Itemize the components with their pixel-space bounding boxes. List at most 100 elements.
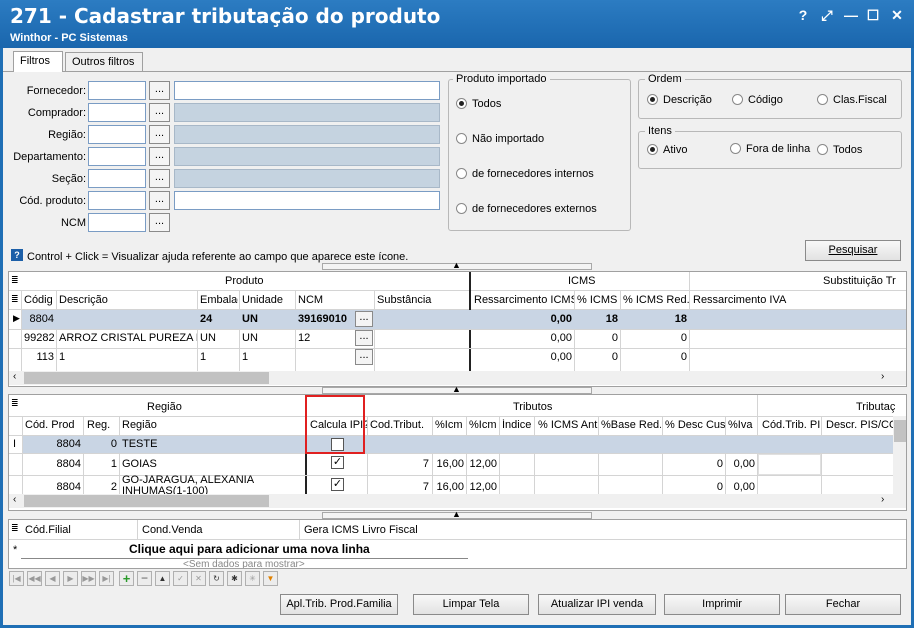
cell-cod-prod[interactable]: 8804 bbox=[23, 481, 83, 493]
departamento-search-button[interactable]: ... bbox=[149, 147, 170, 166]
splitter-handle-2[interactable]: ▲ bbox=[322, 384, 592, 394]
cell-reg[interactable]: 1 bbox=[84, 458, 119, 470]
vertical-scrollbar[interactable] bbox=[893, 416, 906, 494]
maximize-button[interactable]: ☐ bbox=[864, 6, 882, 24]
horizontal-scrollbar[interactable]: ‹ › bbox=[9, 371, 906, 385]
resize-icon[interactable]: ⤢ bbox=[818, 6, 836, 24]
cell-reg[interactable]: 2 bbox=[84, 481, 119, 493]
radio-itens-todos[interactable]: Todos bbox=[817, 144, 862, 156]
cell-ncm[interactable]: 39169010 bbox=[296, 313, 349, 325]
cell-ressarcimento[interactable]: 0,00 bbox=[472, 313, 574, 325]
radio-ordem-clas-fiscal[interactable]: Clas.Fiscal bbox=[817, 94, 887, 106]
scrollbar-thumb[interactable] bbox=[894, 420, 906, 442]
cell-reg[interactable]: 0 bbox=[84, 438, 119, 450]
col-iva[interactable]: %Iva bbox=[726, 419, 758, 431]
cell-icms-red[interactable]: 0 bbox=[621, 351, 689, 363]
scroll-right-icon[interactable]: › bbox=[881, 371, 884, 382]
help-icon[interactable]: ? bbox=[794, 6, 812, 24]
atualizar-ipi-venda-button[interactable]: Atualizar IPI venda bbox=[538, 594, 656, 615]
cell-desc-cus[interactable]: 0 bbox=[663, 481, 725, 493]
col-embalagem[interactable]: Embalag bbox=[198, 294, 238, 306]
cell-icms[interactable]: 0 bbox=[575, 351, 620, 363]
cell-icms-red[interactable]: 0 bbox=[621, 332, 689, 344]
comprador-search-button[interactable]: ... bbox=[149, 103, 170, 122]
apl-trib-prod-familia-button[interactable]: Apl.Trib. Prod.Familia bbox=[280, 594, 398, 615]
fornecedor-search-button[interactable]: ... bbox=[149, 81, 170, 100]
secao-search-button[interactable]: ... bbox=[149, 169, 170, 188]
cell-cod-tribut[interactable]: 7 bbox=[368, 481, 431, 493]
col-regiao[interactable]: Região bbox=[120, 419, 305, 431]
next-record-icon[interactable]: ▶ bbox=[63, 571, 78, 586]
departamento-code-input[interactable] bbox=[88, 147, 146, 166]
cell-icm-1[interactable]: 16,00 bbox=[433, 481, 466, 493]
col-cod-tribut[interactable]: Cod.Tribut. bbox=[368, 419, 431, 431]
add-record-icon[interactable]: + bbox=[119, 571, 134, 586]
scroll-left-icon[interactable]: ‹ bbox=[13, 494, 16, 505]
cancel-record-icon[interactable]: ✕ bbox=[191, 571, 206, 586]
cell-cod-prod[interactable]: 8804 bbox=[23, 458, 83, 470]
filter-icon[interactable]: ▼ bbox=[263, 571, 278, 586]
col-desc-cus[interactable]: % Desc Cus bbox=[663, 419, 725, 431]
col-icms-ant[interactable]: % ICMS Ant bbox=[536, 419, 598, 431]
last-record-icon[interactable]: ▶| bbox=[99, 571, 114, 586]
ncm-lookup-button[interactable]: ... bbox=[355, 311, 373, 327]
col-cod-trib-pis[interactable]: Cód.Trib. PI bbox=[760, 419, 822, 431]
cell-embalagem[interactable]: UN bbox=[198, 332, 218, 344]
radio-todos-importado[interactable]: Todos bbox=[456, 98, 501, 110]
cell-cod-prod[interactable]: 8804 bbox=[23, 438, 83, 450]
limpar-tela-button[interactable]: Limpar Tela bbox=[413, 594, 529, 615]
tab-outros-filtros[interactable]: Outros filtros bbox=[65, 52, 143, 71]
cod-produto-name-field[interactable] bbox=[174, 191, 440, 210]
radio-nao-importado[interactable]: Não importado bbox=[456, 133, 544, 145]
horizontal-scrollbar[interactable]: ‹ › bbox=[9, 494, 906, 508]
cell-icms[interactable]: 18 bbox=[575, 313, 620, 325]
col-unidade[interactable]: Unidade bbox=[240, 294, 294, 306]
cell-descricao[interactable]: 1 bbox=[57, 351, 197, 363]
comprador-code-input[interactable] bbox=[88, 103, 146, 122]
tab-filtros[interactable]: Filtros bbox=[13, 51, 63, 72]
scrollbar-thumb[interactable] bbox=[24, 495, 269, 507]
col-cod-prod[interactable]: Cód. Prod bbox=[23, 419, 81, 431]
imprimir-button[interactable]: Imprimir bbox=[664, 594, 780, 615]
ncm-lookup-button[interactable]: ... bbox=[355, 349, 373, 365]
cell-icms-red[interactable]: 18 bbox=[621, 313, 689, 325]
grid-menu-icon-2[interactable]: ≣ bbox=[9, 294, 21, 305]
cell-embalagem[interactable]: 1 bbox=[198, 351, 208, 363]
grid-menu-icon[interactable]: ≣ bbox=[9, 523, 21, 534]
cell-icm-2[interactable]: 12,00 bbox=[467, 481, 499, 493]
scrollbar-thumb[interactable] bbox=[24, 372, 269, 384]
col-reg[interactable]: Reg. bbox=[85, 419, 119, 431]
cell-ressarcimento[interactable]: 0,00 bbox=[472, 332, 574, 344]
regiao-code-input[interactable] bbox=[88, 125, 146, 144]
next-page-icon[interactable]: ▶▶ bbox=[81, 571, 96, 586]
col-codigo[interactable]: Códig bbox=[22, 294, 56, 306]
prev-page-icon[interactable]: ◀◀ bbox=[27, 571, 42, 586]
bookmark-icon[interactable]: ✱ bbox=[227, 571, 242, 586]
delete-record-icon[interactable]: − bbox=[137, 571, 152, 586]
col-icm-1[interactable]: %Icm bbox=[433, 419, 465, 431]
radio-fornecedores-externos[interactable]: de fornecedores externos bbox=[456, 203, 597, 215]
add-new-row[interactable]: Clique aqui para adicionar uma nova linh… bbox=[127, 542, 372, 556]
cell-icms[interactable]: 0 bbox=[575, 332, 620, 344]
cell-ressarcimento[interactable]: 0,00 bbox=[472, 351, 574, 363]
cell-regiao[interactable]: GOIAS bbox=[120, 458, 305, 470]
cell-embalagem[interactable]: 24 bbox=[198, 313, 214, 325]
cell-codigo[interactable]: 99282 bbox=[22, 332, 56, 344]
ncm-input[interactable] bbox=[88, 213, 146, 232]
refresh-icon[interactable]: ↻ bbox=[209, 571, 224, 586]
fechar-button[interactable]: Fechar bbox=[785, 594, 901, 615]
col-descricao[interactable]: Descrição bbox=[57, 294, 197, 306]
fornecedor-code-input[interactable] bbox=[88, 81, 146, 100]
first-record-icon[interactable]: |◀ bbox=[9, 571, 24, 586]
pesquisar-button[interactable]: Pesquisar bbox=[805, 240, 901, 261]
col-ncm[interactable]: NCM bbox=[296, 294, 374, 306]
cell-codigo[interactable]: 8804 bbox=[22, 313, 56, 325]
splitter-handle-3[interactable]: ▲ bbox=[322, 509, 592, 519]
cell-desc-cus[interactable]: 0 bbox=[663, 458, 725, 470]
cod-produto-search-button[interactable]: ... bbox=[149, 191, 170, 210]
prev-record-icon[interactable]: ◀ bbox=[45, 571, 60, 586]
cell-cod-tribut[interactable]: 7 bbox=[368, 458, 431, 470]
goto-bookmark-icon[interactable]: ✳ bbox=[245, 571, 260, 586]
cell-cod-trib-pis-edit[interactable] bbox=[758, 454, 821, 475]
col-perc-icms[interactable]: % ICMS bbox=[575, 294, 621, 306]
